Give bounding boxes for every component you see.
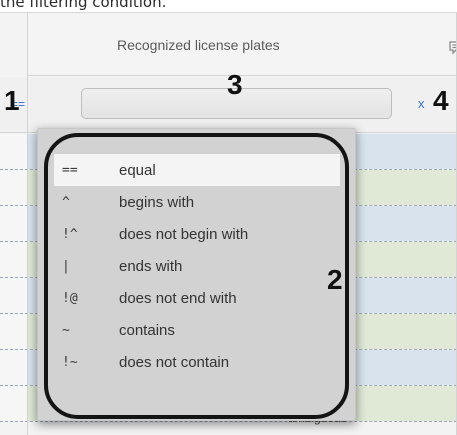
operator-label: begins with [119, 193, 195, 211]
callout-3: 3 [227, 69, 243, 100]
operator-list: == equal ^ begins with !^ does not begin with… [54, 154, 340, 378]
operator-item[interactable]: | ends with [54, 250, 340, 282]
operator-item[interactable]: !@ does not end with [54, 282, 340, 314]
column-header[interactable]: Recognized license plates [27, 13, 457, 76]
row-stub [0, 314, 27, 349]
operator-symbol: !~ [62, 354, 78, 370]
operator-symbol: !^ [62, 226, 78, 242]
operator-label: does not end with [119, 289, 237, 307]
row-stub [0, 242, 27, 277]
operator-label: contains [119, 321, 175, 339]
operator-label: does not begin with [119, 225, 249, 243]
row-stub [0, 134, 27, 169]
row-stub [0, 350, 27, 385]
operator-symbol: !@ [62, 290, 78, 306]
callout-1: 1 [4, 85, 20, 116]
column-separator [27, 13, 28, 435]
operator-item[interactable]: ~ contains [54, 314, 340, 346]
operator-label: equal [119, 161, 156, 179]
operator-symbol: ~ [62, 322, 70, 338]
callout-2: 2 [327, 264, 343, 295]
operator-label: ends with [119, 257, 183, 275]
column-title: Recognized license plates [117, 37, 280, 53]
row-stub [0, 206, 27, 241]
row-stub [0, 278, 27, 313]
operator-label: does not contain [119, 353, 230, 371]
operator-item[interactable]: == equal [54, 154, 340, 186]
clear-filter-link[interactable]: x [418, 96, 425, 111]
operator-item[interactable]: ^ begins with [54, 186, 340, 218]
row-stub [0, 170, 27, 205]
operator-symbol: == [62, 162, 78, 178]
operator-dropdown: == equal ^ begins with !^ does not begin with… [37, 128, 356, 421]
operator-item[interactable]: !~ does not contain [54, 346, 340, 378]
row-stub [0, 386, 27, 421]
operator-symbol: ^ [62, 194, 70, 210]
callout-4: 4 [433, 85, 449, 116]
operator-item[interactable]: !^ does not begin with [54, 218, 340, 250]
operator-symbol: | [62, 258, 70, 274]
